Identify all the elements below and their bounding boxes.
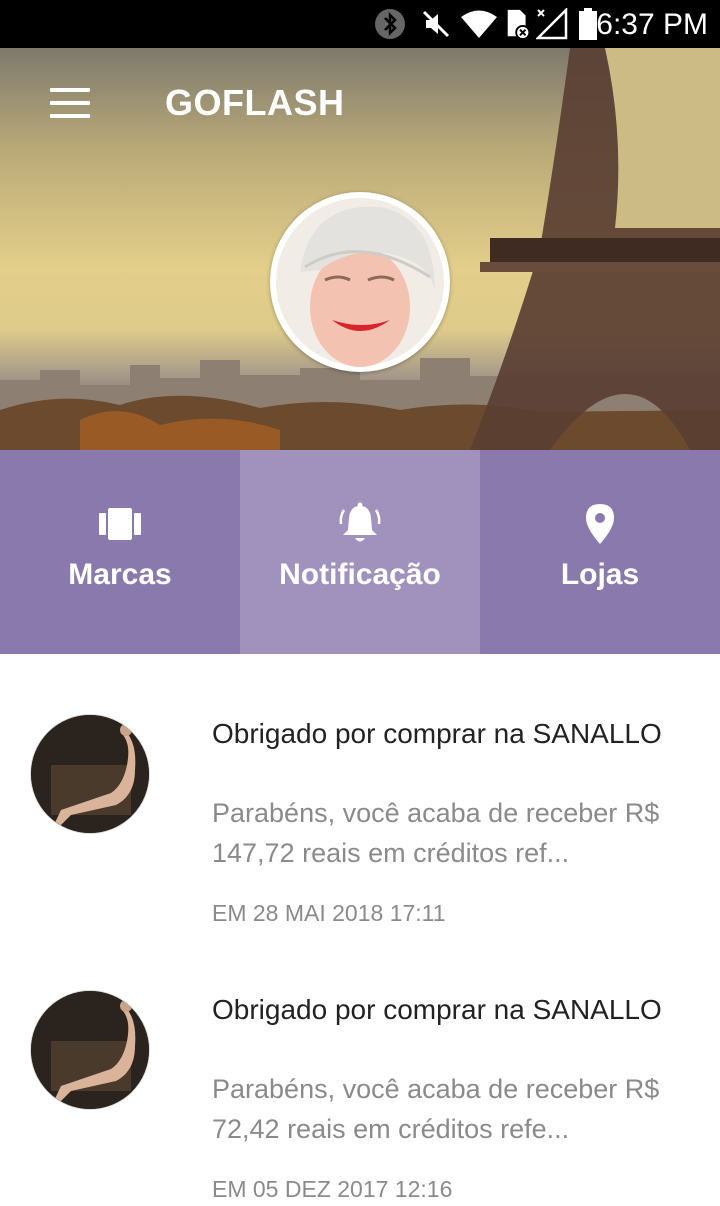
eiffel-tower-image: [470, 48, 720, 450]
profile-header: GOFLASH: [0, 48, 720, 450]
notification-date: EM 05 DEZ 2017 12:16: [212, 1176, 453, 1202]
status-bar: 6:37 PM: [0, 0, 720, 48]
bluetooth-icon: [375, 9, 405, 39]
mute-icon: [422, 10, 450, 38]
tab-label: Lojas: [560, 558, 640, 591]
nav-tabs: Marcas Notificação Lojas: [0, 450, 720, 654]
tab-notificacao[interactable]: Notificação: [240, 450, 480, 654]
profile-avatar[interactable]: [270, 192, 450, 372]
location-pin-icon: [586, 504, 614, 544]
tab-label: Marcas: [68, 558, 172, 591]
battery-icon: [579, 8, 597, 40]
notification-title: Obrigado por comprar na SANALLO: [212, 994, 662, 1025]
brands-icon: [99, 508, 141, 540]
signal-icon: [536, 8, 568, 40]
tab-label: Notificação: [279, 558, 441, 591]
notification-thumbnail: [30, 990, 150, 1110]
hamburger-menu-icon[interactable]: [50, 88, 90, 118]
tab-lojas[interactable]: Lojas: [480, 450, 720, 654]
list-item[interactable]: Obrigado por comprar na SANALLO Parabéns…: [0, 654, 720, 930]
status-time: 6:37 PM: [596, 8, 708, 41]
tab-marcas[interactable]: Marcas: [0, 450, 240, 654]
notification-thumbnail: [30, 714, 150, 834]
wifi-icon: [461, 10, 497, 38]
notification-body: Parabéns, você acaba de receber R$ 147,7…: [212, 798, 660, 868]
notification-title: Obrigado por comprar na SANALLO: [212, 718, 662, 749]
app-title: GOFLASH: [165, 82, 345, 123]
list-item[interactable]: Obrigado por comprar na SANALLO Parabéns…: [0, 930, 720, 1206]
notification-date: EM 28 MAI 2018 17:11: [212, 900, 446, 926]
bell-icon: [339, 502, 381, 542]
sim-icon: [507, 9, 531, 40]
notification-list: Obrigado por comprar na SANALLO Parabéns…: [0, 654, 720, 1206]
notification-body: Parabéns, você acaba de receber R$ 72,42…: [212, 1074, 660, 1144]
